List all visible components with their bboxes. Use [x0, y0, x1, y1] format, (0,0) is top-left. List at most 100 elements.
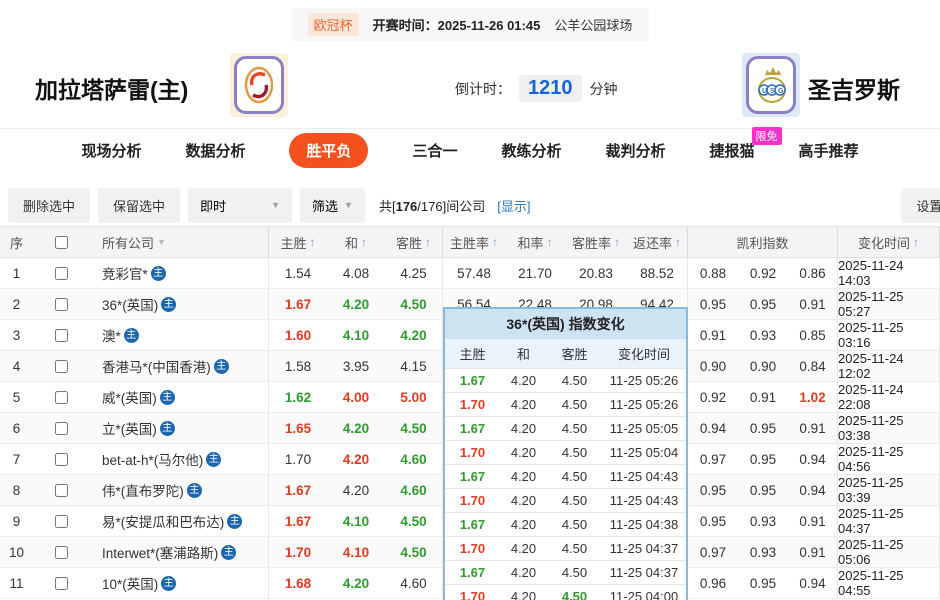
away-odds[interactable]: 4.50 [385, 413, 443, 443]
away-odds[interactable]: 4.25 [385, 258, 443, 288]
company-name[interactable]: 澳*主 [90, 320, 269, 350]
keep-selected-button[interactable]: 保留选中 [98, 188, 180, 223]
row-checkbox[interactable] [55, 360, 68, 373]
home-odds[interactable]: 1.70 [269, 537, 327, 567]
home-odds[interactable]: 1.67 [269, 475, 327, 505]
home-odds[interactable]: 1.67 [269, 289, 327, 319]
popup-away-odds[interactable]: 4.50 [547, 373, 602, 388]
popup-away-odds[interactable]: 4.50 [547, 469, 602, 484]
popup-away-odds[interactable]: 4.50 [547, 421, 602, 436]
popup-home-odds[interactable]: 1.70 [445, 541, 500, 556]
popup-away-odds[interactable]: 4.50 [547, 517, 602, 532]
popup-draw-odds[interactable]: 4.20 [500, 517, 547, 532]
col-away-odds[interactable]: 客胜↑ [385, 227, 443, 257]
draw-odds[interactable]: 4.20 [327, 568, 385, 598]
filter-dropdown[interactable]: 筛选 ▼ [300, 188, 365, 223]
company-name[interactable]: bet-at-h*(马尔他)主 [90, 444, 269, 474]
home-odds[interactable]: 1.68 [269, 568, 327, 598]
row-checkbox[interactable] [55, 546, 68, 559]
col-home-odds[interactable]: 主胜↑ [269, 227, 327, 257]
show-link[interactable]: [显示] [497, 196, 530, 215]
popup-away-odds[interactable]: 4.50 [547, 445, 602, 460]
popup-draw-odds[interactable]: 4.20 [500, 445, 547, 460]
row-checkbox[interactable] [55, 484, 68, 497]
row-checkbox[interactable] [55, 515, 68, 528]
popup-home-odds[interactable]: 1.67 [445, 373, 500, 388]
popup-draw-odds[interactable]: 4.20 [500, 397, 547, 412]
company-name[interactable]: 立*(英国)主 [90, 413, 269, 443]
popup-away-odds[interactable]: 4.50 [547, 541, 602, 556]
row-checkbox[interactable] [55, 453, 68, 466]
tab-three-in-one[interactable]: 三合一 [412, 140, 457, 161]
draw-odds[interactable]: 4.20 [327, 413, 385, 443]
tab-win-draw-lose[interactable]: 胜平负 [289, 133, 368, 168]
row-checkbox[interactable] [55, 391, 68, 404]
popup-draw-odds[interactable]: 4.20 [500, 469, 547, 484]
popup-home-odds[interactable]: 1.67 [445, 469, 500, 484]
away-odds[interactable]: 4.60 [385, 568, 443, 598]
tab-expert-picks[interactable]: 高手推荐 [799, 140, 859, 161]
draw-odds[interactable]: 4.20 [327, 475, 385, 505]
home-odds[interactable]: 1.67 [269, 506, 327, 536]
draw-odds[interactable]: 4.20 [327, 289, 385, 319]
home-odds[interactable]: 1.65 [269, 413, 327, 443]
company-name[interactable]: 伟*(直布罗陀)主 [90, 475, 269, 505]
row-checkbox[interactable] [55, 329, 68, 342]
tab-data-analysis[interactable]: 数据分析 [185, 140, 245, 161]
col-draw-odds[interactable]: 和↑ [327, 227, 385, 257]
popup-away-odds[interactable]: 4.50 [547, 589, 602, 600]
col-company[interactable]: 所有公司 ▼ [90, 227, 269, 257]
popup-draw-odds[interactable]: 4.20 [500, 589, 547, 600]
away-odds[interactable]: 4.50 [385, 289, 443, 319]
home-odds[interactable]: 1.70 [269, 444, 327, 474]
away-odds[interactable]: 4.60 [385, 475, 443, 505]
row-checkbox[interactable] [55, 298, 68, 311]
tab-live-analysis[interactable]: 现场分析 [81, 140, 141, 161]
popup-home-odds[interactable]: 1.67 [445, 517, 500, 532]
row-checkbox[interactable] [55, 577, 68, 590]
popup-home-odds[interactable]: 1.70 [445, 493, 500, 508]
col-home-rate[interactable]: 主胜率↑ [443, 227, 505, 257]
away-odds[interactable]: 5.00 [385, 382, 443, 412]
settings-button[interactable]: 设置/选 [901, 188, 940, 223]
popup-draw-odds[interactable]: 4.20 [500, 541, 547, 556]
delete-selected-button[interactable]: 删除选中 [8, 188, 90, 223]
company-name[interactable]: 香港马*(中国香港)主 [90, 351, 269, 381]
popup-home-odds[interactable]: 1.67 [445, 565, 500, 580]
home-odds[interactable]: 1.60 [269, 320, 327, 350]
row-checkbox[interactable] [55, 267, 68, 280]
popup-draw-odds[interactable]: 4.20 [500, 373, 547, 388]
col-return-rate[interactable]: 返还率↑ [627, 227, 688, 257]
company-name[interactable]: 36*(英国)主 [90, 289, 269, 319]
popup-draw-odds[interactable]: 4.20 [500, 421, 547, 436]
col-draw-rate[interactable]: 和率↑ [505, 227, 565, 257]
popup-home-odds[interactable]: 1.70 [445, 397, 500, 412]
popup-away-odds[interactable]: 4.50 [547, 493, 602, 508]
tab-jiebao-cat[interactable]: 捷报猫 限免 [710, 140, 755, 161]
popup-home-odds[interactable]: 1.70 [445, 589, 500, 600]
company-name[interactable]: 易*(安提瓜和巴布达)主 [90, 506, 269, 536]
popup-draw-odds[interactable]: 4.20 [500, 493, 547, 508]
home-odds[interactable]: 1.58 [269, 351, 327, 381]
select-all-checkbox[interactable] [55, 236, 68, 249]
company-name[interactable]: Interwet*(塞浦路斯)主 [90, 537, 269, 567]
tab-coach-analysis[interactable]: 教练分析 [502, 140, 562, 161]
home-odds[interactable]: 1.62 [269, 382, 327, 412]
popup-home-odds[interactable]: 1.70 [445, 445, 500, 460]
popup-away-odds[interactable]: 4.50 [547, 397, 602, 412]
popup-draw-odds[interactable]: 4.20 [500, 565, 547, 580]
tab-referee-analysis[interactable]: 裁判分析 [606, 140, 666, 161]
away-odds[interactable]: 4.15 [385, 351, 443, 381]
col-away-rate[interactable]: 客胜率↑ [565, 227, 627, 257]
company-name[interactable]: 威*(英国)主 [90, 382, 269, 412]
draw-odds[interactable]: 3.95 [327, 351, 385, 381]
draw-odds[interactable]: 4.20 [327, 444, 385, 474]
mode-dropdown[interactable]: 即时 ▼ [188, 188, 292, 223]
away-odds[interactable]: 4.50 [385, 537, 443, 567]
row-checkbox[interactable] [55, 422, 68, 435]
company-name[interactable]: 竞彩官*主 [90, 258, 269, 288]
company-name[interactable]: 10*(英国)主 [90, 568, 269, 598]
draw-odds[interactable]: 4.08 [327, 258, 385, 288]
away-odds[interactable]: 4.60 [385, 444, 443, 474]
draw-odds[interactable]: 4.10 [327, 320, 385, 350]
